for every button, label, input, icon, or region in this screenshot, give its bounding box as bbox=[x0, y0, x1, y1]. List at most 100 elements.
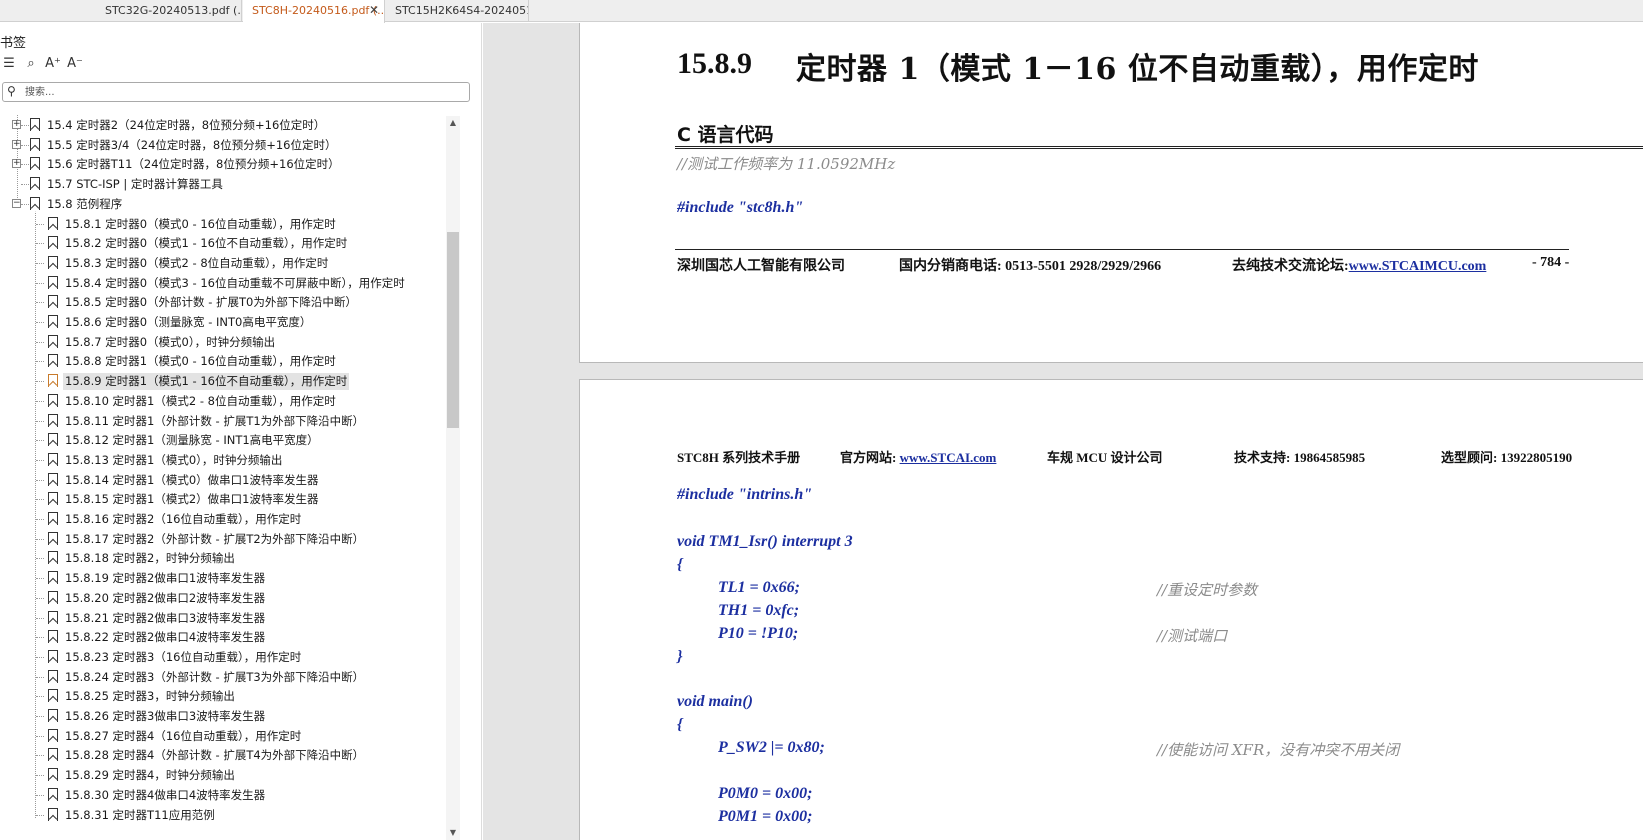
tab-stc8h[interactable]: STC8H-20240516.pdf (... ✕ bbox=[243, 0, 385, 23]
bookmark-item[interactable]: 15.8.28 定时器4（外部计数 - 扩展T4为外部下降沿中断） bbox=[0, 745, 467, 765]
bookmark-label: 15.8.13 定时器1（模式0），时钟分频输出 bbox=[65, 452, 283, 467]
collapse-icon[interactable]: − bbox=[12, 198, 21, 208]
bookmark-item[interactable]: 15.8.22 定时器2做串口4波特率发生器 bbox=[0, 627, 467, 647]
bookmark-label: 15.8.14 定时器1（模式0）做串口1波特率发生器 bbox=[65, 472, 319, 487]
pdf-viewer[interactable]: 15.8.9 定时器 1（模式 1－16 位不自动重载），用作定时 C 语言代码… bbox=[483, 23, 1643, 840]
pdf-page-785: STC8H 系列技术手册 官方网站: www.STCAI.com 车规 MCU … bbox=[579, 379, 1643, 840]
bookmark-item[interactable]: +15.5 定时器3/4（24位定时器，8位预分频+16位定时） bbox=[0, 135, 467, 155]
code-section-label: C 语言代码 bbox=[677, 124, 774, 146]
bookmark-item[interactable]: 15.8.4 定时器0（模式3 - 16位自动重载不可屏蔽中断），用作定时 bbox=[0, 273, 467, 293]
scroll-up-icon[interactable]: ▲ bbox=[446, 116, 460, 130]
bookmark-item[interactable]: 15.8.31 定时器T11应用范例 bbox=[0, 805, 467, 825]
bookmark-item[interactable]: 15.8.24 定时器3（外部计数 - 扩展T3为外部下降沿中断） bbox=[0, 667, 467, 687]
bookmark-item[interactable]: 15.8.5 定时器0（外部计数 - 扩展T0为外部下降沿中断） bbox=[0, 292, 467, 312]
expand-icon[interactable]: + bbox=[12, 139, 21, 149]
section-number: 15.8.9 bbox=[677, 47, 752, 80]
bookmark-item[interactable]: +15.6 定时器T11（24位定时器，8位预分频+16位定时） bbox=[0, 154, 467, 174]
tree-guide-line bbox=[36, 302, 44, 304]
code-line: { bbox=[677, 556, 683, 573]
bookmark-label: 15.8.7 定时器0（模式0），时钟分频输出 bbox=[65, 334, 276, 349]
bookmark-item[interactable]: 15.8.1 定时器0（模式0 - 16位自动重载），用作定时 bbox=[0, 214, 467, 234]
bookmark-icon bbox=[48, 807, 58, 821]
bookmark-item[interactable]: 15.7 STC-ISP | 定时器计算器工具 bbox=[0, 174, 467, 194]
site-link[interactable]: www.STCAI.com bbox=[900, 450, 997, 465]
bookmark-item[interactable]: 15.8.23 定时器3（16位自动重载），用作定时 bbox=[0, 647, 467, 667]
tree-guide-line bbox=[36, 262, 44, 264]
sidebar-scrollbar[interactable]: ▲ ▼ bbox=[446, 116, 460, 840]
header-company: 车规 MCU 设计公司 bbox=[1047, 450, 1163, 465]
bookmark-item[interactable]: 15.8.30 定时器4做串口4波特率发生器 bbox=[0, 785, 467, 805]
expand-icon[interactable]: + bbox=[12, 159, 21, 169]
font-decrease-icon[interactable]: A⁻ bbox=[66, 55, 84, 73]
tree-guide-line bbox=[36, 519, 44, 520]
header-support: 技术支持: 19864585985 bbox=[1234, 450, 1366, 465]
bookmark-icon bbox=[48, 216, 58, 230]
bookmark-item[interactable]: 15.8.20 定时器2做串口2波特率发生器 bbox=[0, 588, 467, 608]
tree-guide-line bbox=[36, 735, 44, 737]
code-line: P0M0 = 0x00; bbox=[718, 785, 813, 802]
bookmark-item[interactable]: − 15.8 范例程序 bbox=[0, 194, 467, 214]
tree-guide-line bbox=[36, 676, 44, 678]
bookmark-icon bbox=[48, 728, 58, 742]
bookmark-item[interactable]: 15.8.3 定时器0（模式2 - 8位自动重载），用作定时 bbox=[0, 253, 467, 273]
bookmark-item[interactable]: 15.8.8 定时器1（模式0 - 16位自动重载），用作定时 bbox=[0, 351, 467, 371]
list-icon[interactable]: ☰ bbox=[0, 55, 18, 73]
bookmark-item[interactable]: 15.8.11 定时器1（外部计数 - 扩展T1为外部下降沿中断） bbox=[0, 411, 467, 431]
bookmark-item[interactable]: 15.8.7 定时器0（模式0），时钟分频输出 bbox=[0, 332, 467, 352]
bookmark-item[interactable]: 15.8.6 定时器0（测量脉宽 - INT0高电平宽度） bbox=[0, 312, 467, 332]
bookmark-icon bbox=[48, 354, 58, 368]
bookmark-icon bbox=[48, 630, 58, 644]
bookmark-icon bbox=[48, 512, 58, 525]
bookmark-tree: +15.4 定时器2（24位定时器，8位预分频+16位定时） +15.5 定时器3… bbox=[0, 115, 467, 840]
tree-guide-line bbox=[36, 538, 44, 540]
bookmark-icon bbox=[48, 748, 58, 762]
bookmark-item[interactable]: 15.8.29 定时器4，时钟分频输出 bbox=[0, 765, 467, 785]
bookmark-item[interactable]: 15.8.2 定时器0（模式1 - 16位不自动重载），用作定时 bbox=[0, 233, 467, 253]
expand-icon[interactable]: + bbox=[12, 120, 21, 129]
tab-stc32g[interactable]: STC32G-20240513.pdf (... bbox=[96, 0, 242, 22]
bookmark-item[interactable]: 15.8.19 定时器2做串口1波特率发生器 bbox=[0, 568, 467, 588]
bookmark-label: 15.8.19 定时器2做串口1波特率发生器 bbox=[65, 571, 266, 586]
footer-forum-label: 去纯技术交流论坛: bbox=[1232, 259, 1349, 274]
tab-label: STC8H-20240516.pdf (... bbox=[252, 4, 385, 17]
bookmark-search-box[interactable]: ⚲ bbox=[2, 82, 470, 102]
search-input[interactable] bbox=[25, 85, 445, 100]
bookmark-item[interactable]: 15.8.10 定时器1（模式2 - 8位自动重载），用作定时 bbox=[0, 391, 467, 411]
bookmark-item[interactable]: 15.8.15 定时器1（模式2）做串口1波特率发生器 bbox=[0, 489, 467, 509]
tab-label: STC32G-20240513.pdf (... bbox=[105, 4, 242, 17]
bookmark-item[interactable]: 15.8.21 定时器2做串口3波特率发生器 bbox=[0, 608, 467, 628]
bookmark-item[interactable]: 15.8.9 定时器1（模式1 - 16位不自动重载），用作定时 bbox=[0, 371, 467, 391]
bookmark-icon bbox=[48, 374, 58, 388]
bookmark-item[interactable]: 15.8.13 定时器1（模式0），时钟分频输出 bbox=[0, 450, 467, 470]
footer-phone: 国内分销商电话: 0513-5501 2928/2929/2966 bbox=[899, 259, 1162, 274]
bookmark-search-icon[interactable]: ⌕ bbox=[22, 55, 40, 73]
section-heading: 定时器 1（模式 1－16 位不自动重载），用作定时 bbox=[796, 52, 1479, 87]
bookmark-icon bbox=[48, 315, 58, 328]
close-icon[interactable]: ✕ bbox=[369, 0, 379, 21]
bookmark-icon bbox=[48, 768, 58, 782]
tab-label: STC15H2K64S4-20240514.... bbox=[395, 4, 528, 17]
bookmark-item[interactable]: 15.8.27 定时器4（16位自动重载），用作定时 bbox=[0, 726, 467, 746]
bookmark-label: 15.8.15 定时器1（模式2）做串口1波特率发生器 bbox=[65, 492, 319, 507]
tab-stc15h[interactable]: STC15H2K64S4-20240514.... bbox=[386, 0, 529, 22]
forum-link[interactable]: www.STCAIMCU.com bbox=[1349, 259, 1487, 274]
tree-guide-line bbox=[36, 381, 44, 383]
bookmark-item[interactable]: +15.4 定时器2（24位定时器，8位预分频+16位定时） bbox=[0, 115, 467, 135]
tree-guide-line bbox=[36, 341, 44, 343]
bookmark-label: 15.8 范例程序 bbox=[47, 196, 123, 211]
bookmark-item[interactable]: 15.8.26 定时器3做串口3波特率发生器 bbox=[0, 706, 467, 726]
bookmark-item[interactable]: 15.8.12 定时器1（测量脉宽 - INT1高电平宽度） bbox=[0, 430, 467, 450]
bookmark-item[interactable]: 15.8.16 定时器2（16位自动重载），用作定时 bbox=[0, 509, 467, 529]
font-increase-icon[interactable]: A⁺ bbox=[44, 55, 62, 73]
scroll-down-icon[interactable]: ▼ bbox=[446, 826, 460, 840]
bookmark-item[interactable]: 15.8.17 定时器2（外部计数 - 扩展T2为外部下降沿中断） bbox=[0, 529, 467, 549]
bookmark-item[interactable]: 15.8.14 定时器1（模式0）做串口1波特率发生器 bbox=[0, 470, 467, 490]
bookmark-label: 15.8.31 定时器T11应用范例 bbox=[65, 807, 215, 822]
bookmark-item[interactable]: 15.8.18 定时器2，时钟分频输出 bbox=[0, 548, 467, 568]
tree-guide-line bbox=[36, 282, 44, 284]
bookmark-label: 15.7 STC-ISP | 定时器计算器工具 bbox=[47, 177, 223, 192]
tree-guide-line bbox=[36, 440, 44, 442]
scrollbar-thumb[interactable] bbox=[447, 232, 459, 428]
tree-guide-line bbox=[21, 203, 29, 205]
bookmark-item[interactable]: 15.8.25 定时器3，时钟分频输出 bbox=[0, 686, 467, 706]
